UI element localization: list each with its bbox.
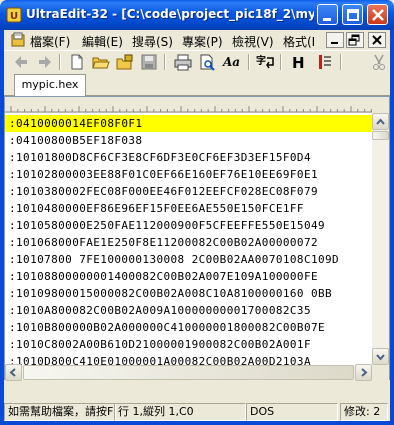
vertical-scroll-thumb[interactable] [372,131,389,140]
window-title: UltraEdit-32 - [C:\code\project_pic18f_2… [26,7,314,21]
mdi-close-button[interactable] [368,32,386,48]
code-line[interactable]: :1010A800082C00B02A009A10000000001700082… [9,302,311,319]
vertical-scrollbar[interactable] [372,113,389,365]
arrow-left-icon[interactable] [12,53,30,71]
tab-mypic-hex[interactable]: mypic.hex [14,74,86,96]
svg-text:字: 字 [256,54,266,67]
print-icon[interactable] [174,53,192,71]
code-line[interactable]: :1010380002FEC08F000EE46F012EEFCF028EC08… [9,183,318,200]
code-line[interactable]: :10109800015000082C00B02A008C10A81000001… [9,285,332,302]
arrow-left-icon [9,368,16,377]
arrow-right-icon[interactable] [36,53,54,71]
maximize-icon [347,9,359,21]
close-icon [372,9,384,21]
horizontal-scroll-thumb[interactable] [23,365,354,380]
svg-text:Aa: Aa [222,55,240,69]
close-icon [372,35,382,45]
code-line-current[interactable]: :0410000014EF08F0F1 [5,115,372,132]
code-line[interactable]: :101068000FAE1E250F8E11200082C00B02A0000… [9,234,318,251]
minimize-icon [331,42,338,44]
scroll-down-button[interactable] [372,348,389,365]
menu-search[interactable]: 搜尋(S) [132,33,173,50]
mdi-minimize-button[interactable] [326,32,344,48]
code-line[interactable]: :10102800003EE88F01C0EF66E160EF76E10EE69… [9,166,318,183]
title-bar[interactable]: U UltraEdit-32 - [C:\code\project_pic18f… [0,0,394,30]
code-line[interactable]: :1010480000EF86E96EF15F0EE6AE550E150FCE1… [9,200,304,217]
arrow-right-icon [361,368,368,377]
toolbar-separator [248,54,250,70]
menu-bar: 檔案(F) 編輯(E) 搜尋(S) 專案(P) 檢視(V) 格式(I [4,30,390,50]
print-preview-icon[interactable] [198,53,216,71]
font-icon[interactable]: Aa [222,53,240,71]
status-line-ending: DOS [246,403,338,421]
minimize-icon [323,18,331,21]
toolbar-separator [280,54,282,70]
hex-mode-icon[interactable]: H [288,53,306,72]
word-wrap-icon[interactable]: 字 [256,53,274,71]
column-ruler [5,97,372,113]
toolbar-separator [164,54,166,70]
code-line[interactable]: :1010D800C410E01000001A00082C00B02A00D21… [9,353,311,365]
restore-icon [348,34,360,46]
mdi-restore-button[interactable] [346,32,364,48]
scroll-left-button[interactable] [5,364,22,381]
code-line[interactable]: :1010C8002A00B610D21000001900082C00B02A0… [9,336,311,353]
status-modified: 修改: 2 [340,403,388,421]
ultraedit-app-icon[interactable]: U [6,7,22,23]
menu-view[interactable]: 檢視(V) [232,33,274,50]
toolbar-separator [340,54,342,70]
status-help-text: 如需幫助檔案，請按F1 [4,403,116,421]
code-line[interactable]: :10107800 7FE100000130008 2C00B02AA00701… [9,251,339,268]
code-line[interactable]: :10101800D8CF6CF3E8CF6DF3E0CF6EF3D3EF15F… [9,149,311,166]
toolbar-separator [59,54,61,70]
ruler-ticks [5,106,372,113]
maximize-button[interactable] [342,4,363,25]
menu-format[interactable]: 格式(I [283,33,325,50]
window-frame-bottom [0,421,394,425]
code-line[interactable]: :1010580000E250FAE112000900F5CFEEFFE550E… [9,217,325,234]
scrollbar-corner [372,365,389,380]
code-line[interactable]: :1010B800000B02A000000C410000001800082C0… [9,319,325,336]
open-folder-icon[interactable] [92,53,110,71]
editor-pane: :0410000014EF08F0F1 :04100800B5EF18F038 … [4,96,390,381]
menu-project[interactable]: 專案(P) [182,33,223,50]
window-frame-right [390,30,394,425]
menu-file[interactable]: 檔案(F) [30,33,70,50]
scroll-up-button[interactable] [372,113,389,130]
new-file-icon[interactable] [68,53,86,71]
document-tab-strip: mypic.hex [4,72,390,96]
code-line[interactable]: :10108800000001400082C00B02A007E109A1000… [9,268,318,285]
cut-icon[interactable] [370,53,388,71]
toolbar: Aa 字 H [4,50,390,72]
menu-edit[interactable]: 編輯(E) [82,33,123,50]
scroll-right-button[interactable] [355,364,372,381]
minimize-button[interactable] [317,4,338,25]
open-locked-icon[interactable] [116,53,134,71]
arrow-down-icon [376,354,385,361]
document-icon[interactable] [10,32,26,48]
close-button[interactable] [367,4,388,25]
column-mode-icon[interactable] [316,53,334,71]
status-bar: 如需幫助檔案，請按F1 行 1,縱列 1,C0 DOS 修改: 2 [4,402,390,422]
arrow-up-icon [376,118,385,125]
horizontal-scrollbar[interactable] [5,364,372,381]
svg-text:U: U [10,11,18,22]
code-line[interactable]: :04100800B5EF18F038 [9,132,142,149]
save-icon[interactable] [140,53,158,71]
svg-text:H: H [292,54,305,71]
code-view[interactable]: :0410000014EF08F0F1 :04100800B5EF18F038 … [5,113,372,365]
status-cursor-position: 行 1,縱列 1,C0 [114,403,246,421]
